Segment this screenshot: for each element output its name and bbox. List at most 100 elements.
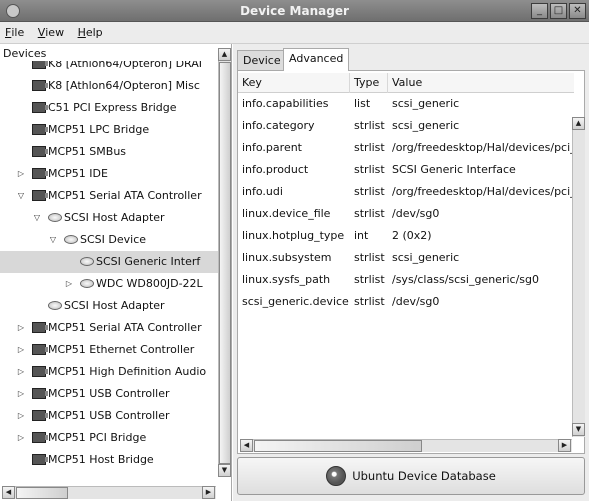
tree-item-label: K8 [Athlon64/Opteron] DRAI bbox=[48, 61, 203, 70]
tree-item[interactable]: ▽ SCSI Device bbox=[0, 229, 218, 251]
cell-type: strlist bbox=[354, 273, 385, 286]
tree-item-content: K8 [Athlon64/Opteron] Misc bbox=[32, 75, 200, 97]
device-tree[interactable]: K8 [Athlon64/Opteron] DRAI K8 [Athlon64/O… bbox=[0, 61, 218, 476]
tree-item[interactable]: ▷ MCP51 Ethernet Controller bbox=[0, 339, 218, 361]
tree-item-label: MCP51 Serial ATA Controller bbox=[48, 189, 202, 202]
tree-item-content: C51 PCI Express Bridge bbox=[32, 97, 177, 119]
tree-item-label: MCP51 High Definition Audio bbox=[48, 365, 207, 378]
tree-item[interactable]: C51 PCI Express Bridge bbox=[0, 97, 218, 119]
expander-collapsed-icon[interactable]: ▷ bbox=[16, 317, 26, 339]
tree-item[interactable]: ▷ MCP51 PCI Bridge bbox=[0, 427, 218, 449]
pc-card-icon bbox=[32, 366, 48, 377]
scroll-left-arrow-icon[interactable]: ◀ bbox=[2, 486, 15, 499]
tree-item[interactable]: SCSI Generic Interf bbox=[0, 251, 218, 273]
column-header-type[interactable]: Type bbox=[350, 73, 388, 93]
column-header-value[interactable]: Value bbox=[388, 73, 574, 93]
table-row[interactable]: info.udi strlist/org/freedesktop/Hal/devi… bbox=[238, 181, 574, 203]
cell-value: SCSI Generic Interface bbox=[392, 163, 516, 176]
table-row[interactable]: info.parent strlist/org/freedesktop/Hal/d… bbox=[238, 137, 574, 159]
table-row[interactable]: info.product strlist SCSI Generic Interfac… bbox=[238, 159, 574, 181]
close-button[interactable]: ✕ bbox=[569, 3, 586, 19]
ubuntu-device-database-button[interactable]: Ubuntu Device Database bbox=[237, 457, 585, 495]
menu-help[interactable]: Help bbox=[73, 22, 108, 39]
cell-type: strlist bbox=[354, 251, 385, 264]
table-row[interactable]: info.capabilities list scsi_generic bbox=[238, 93, 574, 115]
scroll-down-arrow-icon[interactable]: ▼ bbox=[218, 464, 231, 477]
minimize-button[interactable]: _ bbox=[531, 3, 548, 19]
tree-item[interactable]: ▷ MCP51 Serial ATA Controller bbox=[0, 317, 218, 339]
advanced-tab-page: Key Type Value info.capabilities list scsi… bbox=[237, 70, 585, 454]
scroll-up-arrow-icon[interactable]: ▲ bbox=[572, 117, 585, 130]
cell-key: linux.device_file bbox=[242, 207, 331, 220]
tree-hscroll-thumb[interactable] bbox=[16, 487, 68, 499]
tree-item[interactable]: ▷ MCP51 High Definition Audio bbox=[0, 361, 218, 383]
properties-vertical-scrollbar[interactable]: ▲ ▼ bbox=[572, 117, 585, 437]
expander-collapsed-icon[interactable]: ▷ bbox=[64, 273, 74, 295]
scroll-down-arrow-icon[interactable]: ▼ bbox=[572, 423, 585, 436]
tree-item-content: MCP51 LPC Bridge bbox=[32, 119, 149, 141]
tree-item[interactable]: ▷ WDC WD800JD-22L bbox=[0, 273, 218, 295]
tree-item-content: SCSI Device bbox=[64, 229, 146, 251]
tree-horizontal-scrollbar[interactable]: ◀ ▶ bbox=[2, 486, 216, 499]
tree-item-label: MCP51 USB Controller bbox=[48, 409, 170, 422]
tree-item[interactable]: SCSI Host Adapter bbox=[0, 295, 218, 317]
cell-value: /dev/sg0 bbox=[392, 295, 440, 308]
maximize-button[interactable]: □ bbox=[550, 3, 567, 19]
expander-expanded-icon[interactable]: ▽ bbox=[48, 229, 58, 251]
tree-item[interactable]: ▽ SCSI Host Adapter bbox=[0, 207, 218, 229]
table-row[interactable]: linux.hotplug_type int 2 (0x2) bbox=[238, 225, 574, 247]
table-row[interactable]: info.category strlist scsi_generic bbox=[238, 115, 574, 137]
tree-item-content: MCP51 USB Controller bbox=[32, 405, 169, 427]
table-row[interactable]: linux.subsystem strlist scsi_generic bbox=[238, 247, 574, 269]
tree-item[interactable]: MCP51 LPC Bridge bbox=[0, 119, 218, 141]
scroll-right-arrow-icon[interactable]: ▶ bbox=[202, 486, 215, 499]
menu-view[interactable]: View bbox=[33, 22, 69, 39]
cell-key: info.product bbox=[242, 163, 309, 176]
tree-item[interactable]: MCP51 SMBus bbox=[0, 141, 218, 163]
expander-collapsed-icon[interactable]: ▷ bbox=[16, 361, 26, 383]
cell-type: strlist bbox=[354, 141, 385, 154]
properties-hscroll-thumb[interactable] bbox=[254, 440, 422, 452]
cell-value: /org/freedesktop/Hal/devices/pci_ bbox=[392, 185, 572, 198]
cell-key: linux.subsystem bbox=[242, 251, 332, 264]
expander-collapsed-icon[interactable]: ▷ bbox=[16, 405, 26, 427]
tree-item-content: MCP51 High Definition Audio bbox=[32, 361, 206, 383]
scroll-right-arrow-icon[interactable]: ▶ bbox=[558, 439, 571, 452]
scroll-left-arrow-icon[interactable]: ◀ bbox=[240, 439, 253, 452]
tree-item[interactable]: ▷ MCP51 USB Controller bbox=[0, 383, 218, 405]
tree-item[interactable]: K8 [Athlon64/Opteron] Misc bbox=[0, 75, 218, 97]
expander-collapsed-icon[interactable]: ▷ bbox=[16, 163, 26, 185]
tab-device[interactable]: Device bbox=[237, 50, 287, 70]
cell-type: int bbox=[354, 229, 369, 242]
expander-collapsed-icon[interactable]: ▷ bbox=[16, 383, 26, 405]
cell-type: strlist bbox=[354, 119, 385, 132]
table-row[interactable]: scsi_generic.device strlist/dev/sg0 bbox=[238, 291, 574, 313]
expander-collapsed-icon[interactable]: ▷ bbox=[16, 427, 26, 449]
cell-value: /org/freedesktop/Hal/devices/pci_ bbox=[392, 141, 572, 154]
cell-key: scsi_generic.device bbox=[242, 295, 349, 308]
cell-type: strlist bbox=[354, 207, 385, 220]
expander-expanded-icon[interactable]: ▽ bbox=[32, 207, 42, 229]
cell-value: /dev/sg0 bbox=[392, 207, 440, 220]
tree-item[interactable]: K8 [Athlon64/Opteron] DRAI bbox=[0, 61, 218, 75]
properties-horizontal-scrollbar[interactable]: ◀ ▶ bbox=[240, 439, 572, 452]
pc-card-icon bbox=[32, 432, 48, 443]
tree-vscroll-thumb[interactable] bbox=[219, 62, 231, 464]
disk-icon bbox=[80, 279, 94, 288]
tree-item-label: MCP51 LPC Bridge bbox=[48, 123, 150, 136]
cell-value: scsi_generic bbox=[392, 251, 460, 264]
tree-item[interactable]: ▽ MCP51 Serial ATA Controller bbox=[0, 185, 218, 207]
expander-collapsed-icon[interactable]: ▷ bbox=[16, 339, 26, 361]
tree-item[interactable]: ▷ MCP51 IDE bbox=[0, 163, 218, 185]
column-header-key[interactable]: Key bbox=[238, 73, 350, 93]
tree-item[interactable]: ▷ MCP51 USB Controller bbox=[0, 405, 218, 427]
table-row[interactable]: linux.device_file strlist/dev/sg0 bbox=[238, 203, 574, 225]
menu-file[interactable]: File bbox=[0, 22, 29, 39]
pc-card-icon bbox=[32, 61, 48, 69]
table-row[interactable]: linux.sysfs_path strlist/sys/class/scsi_g… bbox=[238, 269, 574, 291]
tab-advanced[interactable]: Advanced bbox=[283, 48, 350, 71]
scroll-up-arrow-icon[interactable]: ▲ bbox=[218, 48, 231, 61]
tree-vertical-scrollbar[interactable]: ▲ ▼ bbox=[218, 48, 231, 477]
expander-expanded-icon[interactable]: ▽ bbox=[16, 185, 26, 207]
tree-item[interactable]: MCP51 Host Bridge bbox=[0, 449, 218, 471]
